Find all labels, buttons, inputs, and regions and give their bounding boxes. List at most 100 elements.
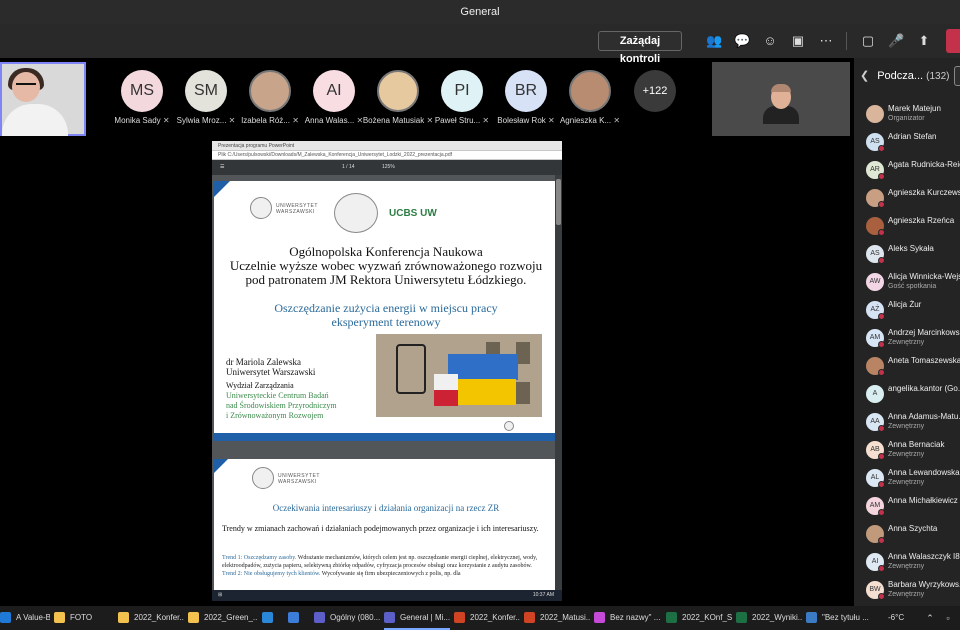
participant-list-item[interactable]: Agnieszka Kurczewska <box>854 184 960 212</box>
taskbar-app[interactable]: 2022_Konfer... <box>454 606 520 630</box>
tray-icon[interactable]: ▫ <box>942 612 954 624</box>
camera-off-icon[interactable]: ▢ <box>860 33 876 49</box>
participant-photo <box>249 70 291 112</box>
participant-name: Monika Sady ✕ <box>106 116 178 128</box>
participant-list-item[interactable]: AL Anna Lewandowska Zewnętrzny <box>854 464 960 492</box>
taskbar-app[interactable]: 2022_Matusi... <box>524 606 590 630</box>
slide2-body: Trend 1: Oszczędzamy zasoby. Wdrażanie m… <box>222 554 552 578</box>
participant-list-name: Barbara Wyrzykows... <box>888 580 960 589</box>
participant-tile[interactable]: Bożena Matusiak ✕ <box>363 70 433 128</box>
trend1: Trend 1: Oszczędzamy zasoby. Wdrażanie m… <box>222 554 552 570</box>
more-participants-button[interactable]: +122 <box>634 70 676 112</box>
participant-list-item[interactable]: AI Anna Walaszczyk I8 Zewnętrzny <box>854 548 960 576</box>
app-label: 2022_Konfer... <box>134 613 184 622</box>
participant-list-item[interactable]: AŻ Alicja Żur <box>854 296 960 324</box>
participant-list-item[interactable]: AS Aleks Sykała <box>854 240 960 268</box>
participant-tile[interactable]: Izabela Róż... ✕ <box>240 70 300 128</box>
leave-button[interactable] <box>946 29 960 53</box>
participant-list-item[interactable]: AB Anna Bernaciak Zewnętrzny <box>854 436 960 464</box>
reactions-icon[interactable]: ☺ <box>762 33 778 49</box>
participant-tile[interactable]: BR Bolesław Rok ✕ <box>496 70 556 128</box>
center-line: nad Środowiskiem Przyrodniczym <box>226 401 337 410</box>
pdf-scrollbar[interactable] <box>555 175 562 590</box>
mic-off-icon: ✕ <box>160 116 170 125</box>
participant-tile[interactable]: SM Sylwia Mroz... ✕ <box>176 70 236 128</box>
meeting-toolbar: Zażądaj kontroli 👥 💬 ☺ ▣ ⋯ ▢ 🎤 ⬆ <box>0 24 960 65</box>
screen-share[interactable]: Prezentacja programu PowerPoint Plik C:/… <box>212 141 562 601</box>
participant-list-item[interactable]: AR Agata Rudnicka-Reich <box>854 156 960 184</box>
participant-list-item[interactable]: AS Adrian Stefan <box>854 128 960 156</box>
participant-avatar: BR <box>505 70 547 112</box>
participant-list-item[interactable]: BW Barbara Wyrzykows... Zewnętrzny <box>854 576 960 604</box>
participant-tile[interactable]: MS Monika Sady ✕ <box>112 70 172 128</box>
taskbar-app[interactable] <box>262 606 284 630</box>
taskbar-app[interactable]: FOTO <box>54 606 114 630</box>
participant-list-item[interactable]: AA Anna Adamus-Matu... Zewnętrzny <box>854 408 960 436</box>
participant-name: Anna Walas... ✕ <box>298 116 370 128</box>
active-speaker-tile[interactable] <box>712 62 850 136</box>
shared-clock: 10:37 AM <box>532 592 554 598</box>
participant-role: Zewnętrzny <box>888 591 925 598</box>
participant-role: Organizator <box>888 115 925 122</box>
slide1-title-line: pod patronatem JM Rektora Uniwersytetu Ł… <box>245 272 527 287</box>
weather-widget[interactable]: -6°C <box>888 606 904 630</box>
participant-name: Sylwia Mroz... ✕ <box>170 116 242 128</box>
teams-window: { "window": {"title": "General"}, "toolb… <box>0 0 960 630</box>
status-dot <box>878 313 885 320</box>
slide1-title-line: Uczelnie wyższe wobec wyzwań zrównoważon… <box>229 258 543 273</box>
mic-off-icon[interactable]: 🎤 <box>888 33 904 49</box>
taskbar-app[interactable]: 2022_Green_... <box>188 606 258 630</box>
trend2-text: Wycofywanie się firm ubezpieczeniowych z… <box>320 571 461 577</box>
author-line: dr Mariola Zalewska <box>226 357 301 367</box>
taskbar-app[interactable]: 2022_Wyniki... <box>736 606 802 630</box>
taskbar-app[interactable]: General | Mi... <box>384 606 450 630</box>
participants-list: Marek Matejun Organizator AS Adrian Stefan A… <box>854 100 960 604</box>
center-line: i Zrównoważonym Rozwojem <box>226 411 324 420</box>
taskbar-app[interactable]: Bez nazwy" ... <box>594 606 662 630</box>
status-dot <box>878 537 885 544</box>
request-control-button[interactable]: Zażądaj kontroli <box>598 31 682 65</box>
taskbar-app[interactable]: 2022_Konfer... <box>118 606 184 630</box>
participant-list-name: Marek Matejun <box>888 104 941 113</box>
participant-list-item[interactable]: Marek Matejun Organizator <box>854 100 960 128</box>
chevron-left-icon[interactable]: ❮ <box>860 70 869 82</box>
self-video-tile[interactable] <box>0 62 86 136</box>
app-label: FOTO <box>70 613 93 622</box>
taskbar-app[interactable]: A Value-Beli... <box>0 606 50 630</box>
slide1-subtitle-line: eksperyment terenowy <box>331 315 441 329</box>
participant-list-item[interactable]: AW Alicja Winnicka-Wejs Gość spotkania <box>854 268 960 296</box>
participant-list-name: Anna Walaszczyk I8 <box>888 552 960 561</box>
participant-avatar: AW <box>866 273 884 291</box>
participant-list-item[interactable]: AM Andrzej Marcinkowski Zewnętrzny <box>854 324 960 352</box>
participant-list-item[interactable]: AM Anna Michałkiewicz <box>854 492 960 520</box>
taskbar-app[interactable] <box>288 606 310 630</box>
author-line: Uniwersytet Warszawski <box>226 367 316 377</box>
taskbar-app[interactable]: Ogólny (080... <box>314 606 380 630</box>
chat-icon[interactable]: 💬 <box>734 33 750 49</box>
participant-tile[interactable]: Agnieszka K... ✕ <box>560 70 620 128</box>
taskbar-app[interactable]: "Bez tytułu ... <box>806 606 882 630</box>
participant-tile[interactable]: AI Anna Walas... ✕ <box>304 70 364 128</box>
participant-list-item[interactable]: Aangelika.kantor (Go... <box>854 380 960 408</box>
people-icon[interactable]: 👥 <box>706 33 722 49</box>
participant-tile[interactable]: PI Paweł Stru... ✕ <box>432 70 492 128</box>
photo-flag-red <box>434 390 458 406</box>
status-dot <box>878 369 885 376</box>
app-icon <box>288 612 299 624</box>
shared-taskbar: ⊞ 10:37 AM <box>212 590 562 601</box>
participant-list-item[interactable]: Agnieszka Rzeńca <box>854 212 960 240</box>
app-label: 2022_Wyniki... <box>752 613 802 622</box>
participant-role: Zewnętrzny <box>888 563 925 570</box>
slide-2: UNIWERSYTET WARSZAWSKI Oczekiwania inter… <box>214 459 558 599</box>
network-icon[interactable]: ⌃ <box>924 612 936 624</box>
participant-list-name: Agnieszka Rzeńca <box>888 216 955 225</box>
mute-all-button[interactable]: Wy <box>954 66 960 86</box>
taskbar-app[interactable]: 2022_KOnf_S... <box>666 606 732 630</box>
more-icon[interactable]: ⋯ <box>818 33 834 49</box>
pdf-scroll-thumb[interactable] <box>556 179 561 225</box>
rooms-icon[interactable]: ▣ <box>790 33 806 49</box>
pdf-zoom: 125% <box>382 164 395 170</box>
participant-list-item[interactable]: Anna Szychta <box>854 520 960 548</box>
share-icon[interactable]: ⬆ <box>916 33 932 49</box>
participant-list-item[interactable]: Aneta Tomaszewska <box>854 352 960 380</box>
